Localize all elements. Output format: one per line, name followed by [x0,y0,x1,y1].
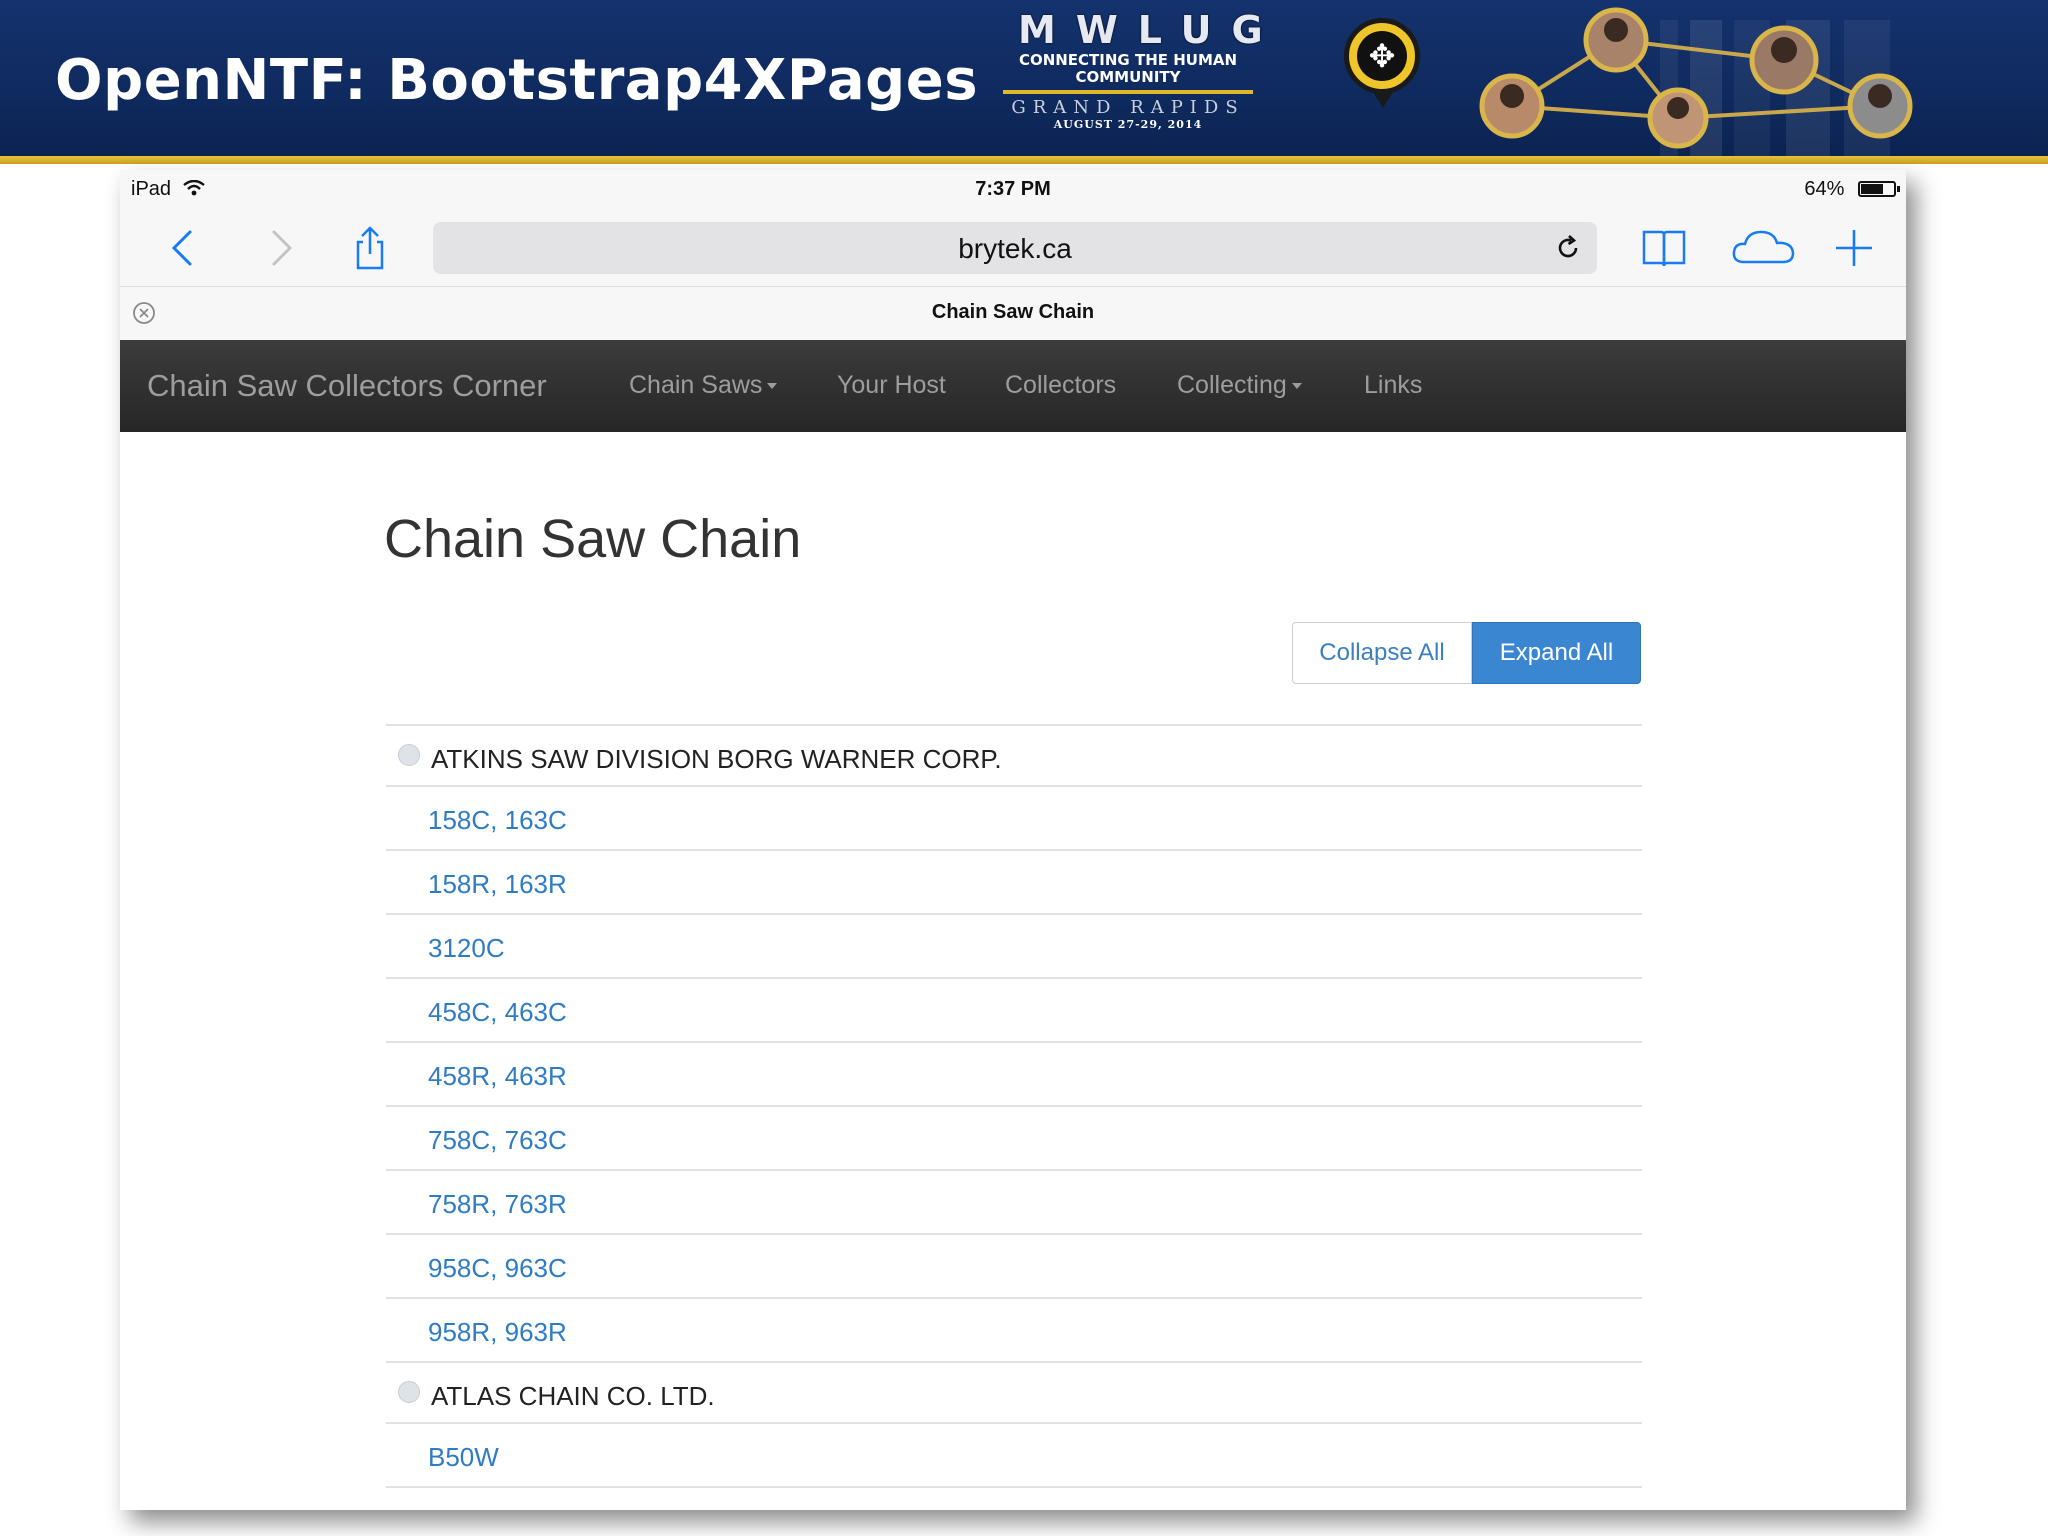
forward-icon[interactable] [256,224,304,272]
logo-city: GRAND RAPIDS [1011,97,1245,118]
mwlug-logo: MWLUG CONNECTING THE HUMAN COMMUNITY GRA… [1000,8,1283,132]
group-header[interactable]: ATKINS SAW DIVISION BORG WARNER CORP. [386,726,1642,787]
nav-label: Chain Saws [629,371,763,399]
chain-link[interactable]: 3120C [428,933,505,964]
site-brand-link[interactable]: Chain Saw Collectors Corner [147,368,547,404]
group-header[interactable]: ATLAS CHAIN CO. LTD. [386,1363,1642,1424]
page-title: Chain Saw Chain [384,509,802,569]
pin-tail [1373,92,1393,108]
list-item: 458R, 463R [386,1043,1642,1107]
chain-link[interactable]: 758R, 763R [428,1189,567,1220]
nav-your-host[interactable]: Your Host [837,371,946,400]
list-item: 158R, 163R [386,851,1642,915]
caret-down-icon [1291,383,1302,389]
list-item: 958R, 963R [386,1299,1642,1363]
icloud-tabs-icon[interactable] [1730,224,1798,272]
tab-bar: Chain Saw Chain [120,286,1906,338]
chain-link[interactable]: 958R, 963R [428,1317,567,1348]
logo-divider [1003,90,1253,94]
status-time: 7:37 PM [975,178,1051,200]
chain-link[interactable]: 158C, 163C [428,805,567,836]
tab-title[interactable]: Chain Saw Chain [120,301,1906,324]
battery-percent: 64% [1804,178,1845,200]
page-content: Chain Saw Chain Collapse All Expand All … [120,432,1906,1510]
list-item: 758C, 763C [386,1107,1642,1171]
nav-collecting[interactable]: Collecting [1177,371,1302,400]
list-item: 958C, 963C [386,1235,1642,1299]
location-pin-icon: ✥ [1344,18,1420,94]
chain-link[interactable]: 458R, 463R [428,1061,567,1092]
nav-label: Collecting [1177,371,1287,399]
status-bar: iPad 7:37 PM 64% [120,170,1906,210]
chain-list: ATKINS SAW DIVISION BORG WARNER CORP. 15… [386,724,1642,1488]
chain-link[interactable]: B50W [428,1442,499,1473]
collapse-toggle-icon[interactable] [398,1381,420,1403]
caret-down-icon [767,383,778,389]
site-navbar: Chain Saw Collectors Corner Chain Saws Y… [120,340,1906,432]
ipad-screenshot: iPad 7:37 PM 64% brytek.ca Chain Saw Cha… [120,170,1906,1510]
chain-link[interactable]: 958C, 963C [428,1253,567,1284]
people-network-graphic [1479,7,1913,149]
slide-title: OpenNTF: Bootstrap4XPages [55,48,979,113]
group-label: ATLAS CHAIN CO. LTD. [431,1381,715,1411]
new-tab-icon[interactable] [1830,224,1878,272]
chain-link[interactable]: 458C, 463C [428,997,567,1028]
chain-link[interactable]: 158R, 163R [428,869,567,900]
logo-dates: AUGUST 27-29, 2014 [1053,118,1203,131]
list-item: 3120C [386,915,1642,979]
browser-toolbar: brytek.ca [120,210,1906,284]
avatar [1479,7,1913,149]
address-bar[interactable]: brytek.ca [433,222,1597,274]
chain-link[interactable]: 758C, 763C [428,1125,567,1156]
safari-chrome: iPad 7:37 PM 64% brytek.ca Chain Saw Cha… [120,170,1906,340]
nav-links[interactable]: Links [1364,371,1422,400]
list-item: 158C, 163C [386,787,1642,851]
banner-gold-rule [0,156,2048,164]
collapse-all-button[interactable]: Collapse All [1292,622,1472,684]
nav-chain-saws[interactable]: Chain Saws [629,371,778,400]
share-icon[interactable] [346,224,394,272]
url-text: brytek.ca [958,233,1072,264]
collapse-toggle-icon[interactable] [398,744,420,766]
nav-collectors[interactable]: Collectors [1005,371,1116,400]
compass-icon: ✥ [1357,31,1407,81]
battery-level-fill [1861,184,1883,194]
list-item: B50W [386,1424,1642,1488]
list-item: 458C, 463C [386,979,1642,1043]
expand-all-button[interactable]: Expand All [1472,622,1641,684]
reload-icon[interactable] [1553,233,1583,263]
group-label: ATKINS SAW DIVISION BORG WARNER CORP. [431,744,1002,774]
logo-tagline: CONNECTING THE HUMAN COMMUNITY [1018,51,1238,86]
battery-icon [1858,181,1900,197]
bookmarks-icon[interactable] [1640,224,1688,272]
back-icon[interactable] [160,224,208,272]
list-item: 758R, 763R [386,1171,1642,1235]
slide-banner: OpenNTF: Bootstrap4XPages MWLUG CONNECTI… [0,0,2048,158]
logo-mark: MWLUG [1018,8,1283,52]
